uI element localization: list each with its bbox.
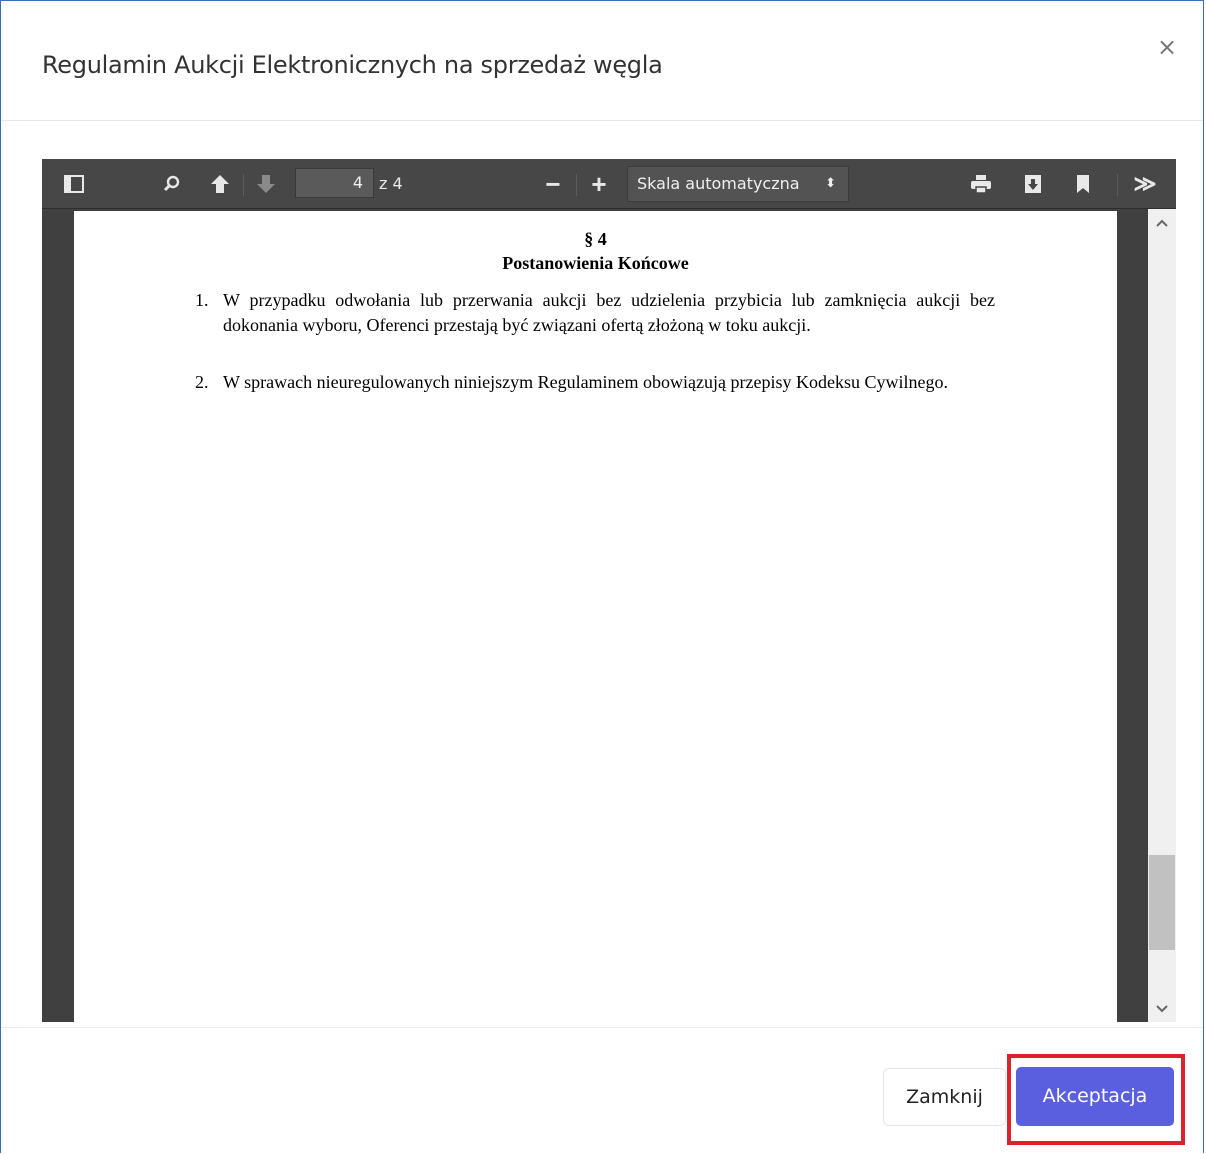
scroll-down-icon[interactable] [1148,996,1176,1022]
chevron-updown-icon: ⬍ [825,176,836,191]
scroll-up-icon[interactable] [1148,209,1176,235]
toolbar-separator [576,174,577,196]
bookmark-icon[interactable] [1069,169,1097,199]
section-number: § 4 [584,229,607,249]
highlight-box [1007,1054,1185,1145]
terms-modal: Regulamin Aukcji Elektronicznych na sprz… [0,0,1204,1153]
sidebar-toggle-icon[interactable] [60,169,88,199]
close-icon[interactable]: × [1153,33,1181,61]
close-button[interactable]: Zamknij [883,1068,1006,1126]
list-item-number: 2. [195,372,209,392]
next-page-icon[interactable] [252,169,280,199]
document-area[interactable]: § 4 Postanowienia Końcowe 1. W przypadku… [42,209,1148,1022]
tools-icon[interactable]: ≫ [1130,169,1160,199]
list-item: 2. W sprawach nieuregulowanych niniejszy… [195,370,995,395]
zoom-out-icon[interactable]: − [539,169,567,199]
toolbar-separator [1117,174,1118,196]
section-title: Postanowienia Końcowe [502,253,689,273]
page-number-input[interactable]: 4 [295,168,374,198]
pdf-viewer: 4 z 4 − + Skala automatyczna ⬍ ≫ § 4 Pos… [42,159,1176,1022]
scrollbar-thumb[interactable] [1149,855,1175,950]
list-item: 1. W przypadku odwołania lub przerwania … [195,288,995,337]
toolbar-separator [243,174,244,196]
scale-select[interactable]: Skala automatyczna ⬍ [627,166,849,202]
scale-select-value: Skala automatyczna [637,174,800,193]
pdf-page: § 4 Postanowienia Końcowe 1. W przypadku… [74,211,1117,1022]
list-item-number: 1. [195,290,209,310]
zoom-in-icon[interactable]: + [585,169,613,199]
download-icon[interactable] [1019,169,1047,199]
modal-title: Regulamin Aukcji Elektronicznych na sprz… [42,51,663,79]
page-count-label: z 4 [379,174,403,193]
pdf-toolbar: 4 z 4 − + Skala automatyczna ⬍ ≫ [42,159,1176,209]
previous-page-icon[interactable] [206,169,234,199]
search-icon[interactable] [158,169,186,199]
vertical-scrollbar[interactable] [1148,209,1176,1022]
modal-header: Regulamin Aukcji Elektronicznych na sprz… [1,1,1203,121]
print-icon[interactable] [967,169,995,199]
list-item-text: W przypadku odwołania lub przerwania auk… [223,290,995,335]
list-item-text: W sprawach nieuregulowanych niniejszym R… [223,372,948,392]
